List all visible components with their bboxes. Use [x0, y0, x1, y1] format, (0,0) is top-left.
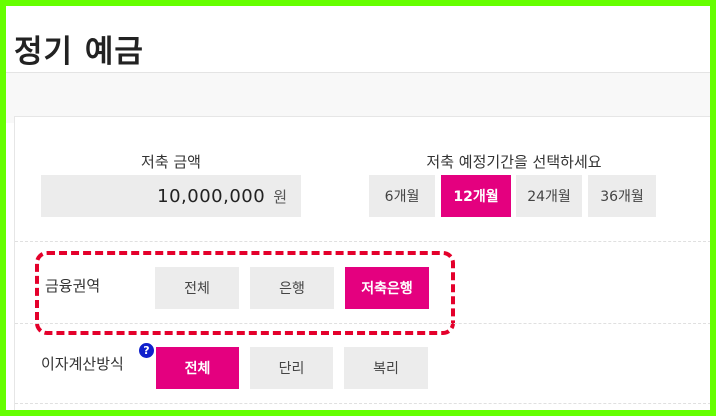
- period-option-24-months[interactable]: 24개월: [516, 175, 582, 217]
- interest-method-label: 이자계산방식: [41, 355, 124, 373]
- period-option-6-months[interactable]: 6개월: [369, 175, 435, 217]
- period-option-36-months[interactable]: 36개월: [588, 175, 656, 217]
- interest-option-compound[interactable]: 복리: [344, 347, 428, 389]
- amount-unit: 원: [273, 187, 287, 206]
- amount-value: 10,000,000: [157, 185, 266, 207]
- period-option-12-months[interactable]: 12개월: [441, 175, 511, 217]
- amount-input[interactable]: 10,000,000 원: [41, 175, 301, 217]
- deposit-filter-panel: 저축 금액 10,000,000 원 저축 예정기간을 선택하세요 6개월 12…: [14, 116, 710, 410]
- page-title: 정기 예금: [14, 34, 144, 70]
- row-divider: [15, 403, 710, 404]
- screenshot-frame: 정기 예금 저축 금액 10,000,000 원 저축 예정기간을 선택하세요 …: [6, 6, 710, 410]
- amount-label: 저축 금액: [141, 153, 201, 171]
- interest-option-all[interactable]: 전체: [156, 347, 239, 389]
- help-icon[interactable]: ?: [139, 343, 154, 358]
- row-divider: [15, 323, 710, 324]
- interest-option-simple[interactable]: 단리: [250, 347, 333, 389]
- period-label: 저축 예정기간을 선택하세요: [426, 153, 602, 171]
- row-divider: [15, 241, 710, 242]
